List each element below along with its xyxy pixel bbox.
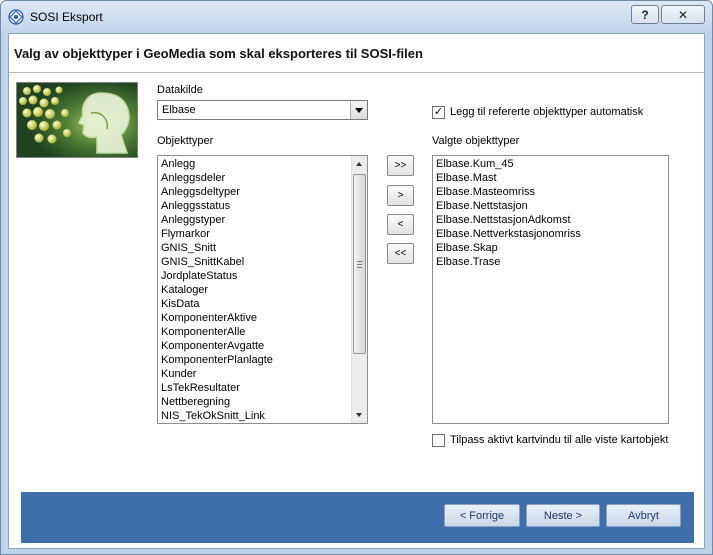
list-item[interactable]: Kataloger <box>158 283 367 297</box>
auto-ref-checkbox[interactable]: ✓ <box>432 106 445 119</box>
add-button[interactable]: > <box>387 185 414 206</box>
window-title: SOSI Eksport <box>30 10 103 24</box>
check-icon: ✓ <box>433 106 444 118</box>
next-button[interactable]: Neste > <box>526 504 600 527</box>
list-item[interactable]: Anleggsdeltyper <box>158 185 367 199</box>
list-item[interactable]: GNIS_SnittKabel <box>158 255 367 269</box>
fit-map-label: Tilpass aktivt kartvindu til alle viste … <box>450 434 669 446</box>
help-button[interactable]: ? <box>631 5 659 24</box>
close-icon: ✕ <box>677 7 689 22</box>
add-all-button[interactable]: >> <box>387 155 414 176</box>
list-item[interactable]: Flymarkor <box>158 227 367 241</box>
list-item[interactable]: Kunder <box>158 367 367 381</box>
list-item[interactable]: Elbase.Nettstasjon <box>433 199 668 213</box>
object-types-scrollbar[interactable] <box>351 156 367 423</box>
auto-ref-label: Legg til refererte objekttyper automatis… <box>450 106 644 118</box>
scroll-thumb[interactable] <box>353 174 366 354</box>
list-item[interactable]: LsTekResultater <box>158 381 367 395</box>
list-item[interactable]: Elbase.Kum_45 <box>433 157 668 171</box>
scroll-down-icon[interactable] <box>352 407 367 423</box>
list-item[interactable]: Anleggsdeler <box>158 171 367 185</box>
selected-types-items: Elbase.Kum_45 Elbase.Mast Elbase.Masteomri… <box>433 157 668 269</box>
list-item[interactable]: Elbase.Nettverkstasjonomriss <box>433 227 668 241</box>
list-item[interactable]: KomponenterAlle <box>158 325 367 339</box>
list-item[interactable]: Elbase.Mast <box>433 171 668 185</box>
list-item[interactable]: KomponenterPlanlagte <box>158 353 367 367</box>
selected-types-label: Valgte objekttyper <box>432 135 520 147</box>
scroll-up-icon[interactable] <box>352 156 367 172</box>
list-item[interactable]: Nettberegning <box>158 395 367 409</box>
list-item[interactable]: Elbase.Masteomriss <box>433 185 668 199</box>
list-item[interactable]: KomponenterAvgatte <box>158 339 367 353</box>
fit-map-checkbox[interactable] <box>432 434 445 447</box>
list-item[interactable]: Anleggstyper <box>158 213 367 227</box>
list-item[interactable]: Elbase.NettstasjonAdkomst <box>433 213 668 227</box>
object-types-label: Objekttyper <box>157 135 214 147</box>
list-item[interactable]: NIS_TekOkSnitt_Link <box>158 409 367 423</box>
list-item[interactable]: JordplateStatus <box>158 269 367 283</box>
list-item[interactable]: Anleggsstatus <box>158 199 367 213</box>
remove-button[interactable]: < <box>387 214 414 235</box>
list-item[interactable]: Elbase.Skap <box>433 241 668 255</box>
remove-all-button[interactable]: << <box>387 243 414 264</box>
dialog-window: SOSI Eksport ? ✕ Valg av objekttyper i G… <box>0 0 713 555</box>
object-types-list[interactable]: Anlegg Anleggsdeler Anleggsdeltyper Anleggs… <box>157 155 368 424</box>
list-item[interactable]: KomponenterAktive <box>158 311 367 325</box>
title-bar: SOSI Eksport ? ✕ <box>1 1 712 32</box>
logo-image <box>17 83 137 157</box>
geomedia-logo <box>16 82 138 158</box>
sosi-app-icon <box>8 9 24 25</box>
object-types-items: Anlegg Anleggsdeler Anleggsdeltyper Anleggs… <box>158 157 367 423</box>
page-heading: Valg av objekttyper i GeoMedia som skal … <box>14 46 423 61</box>
wizard-footer: < Forrige Neste > Avbryt <box>21 492 694 543</box>
datasource-label: Datakilde <box>157 84 203 96</box>
list-item[interactable]: KisData <box>158 297 367 311</box>
heading-divider <box>9 72 704 73</box>
list-item[interactable]: Anlegg <box>158 157 367 171</box>
selected-types-list[interactable]: Elbase.Kum_45 Elbase.Mast Elbase.Masteomri… <box>432 155 669 424</box>
back-button[interactable]: < Forrige <box>444 504 520 527</box>
dialog-content: Valg av objekttyper i GeoMedia som skal … <box>8 33 705 549</box>
grip-icon <box>357 261 362 268</box>
cancel-button[interactable]: Avbryt <box>606 504 681 527</box>
chevron-down-icon[interactable] <box>350 101 367 119</box>
list-item[interactable]: Elbase.Trase <box>433 255 668 269</box>
datasource-dropdown[interactable]: Elbase <box>157 100 368 120</box>
list-item[interactable]: GNIS_Snitt <box>158 241 367 255</box>
datasource-value: Elbase <box>162 104 196 116</box>
close-button[interactable]: ✕ <box>661 5 705 24</box>
